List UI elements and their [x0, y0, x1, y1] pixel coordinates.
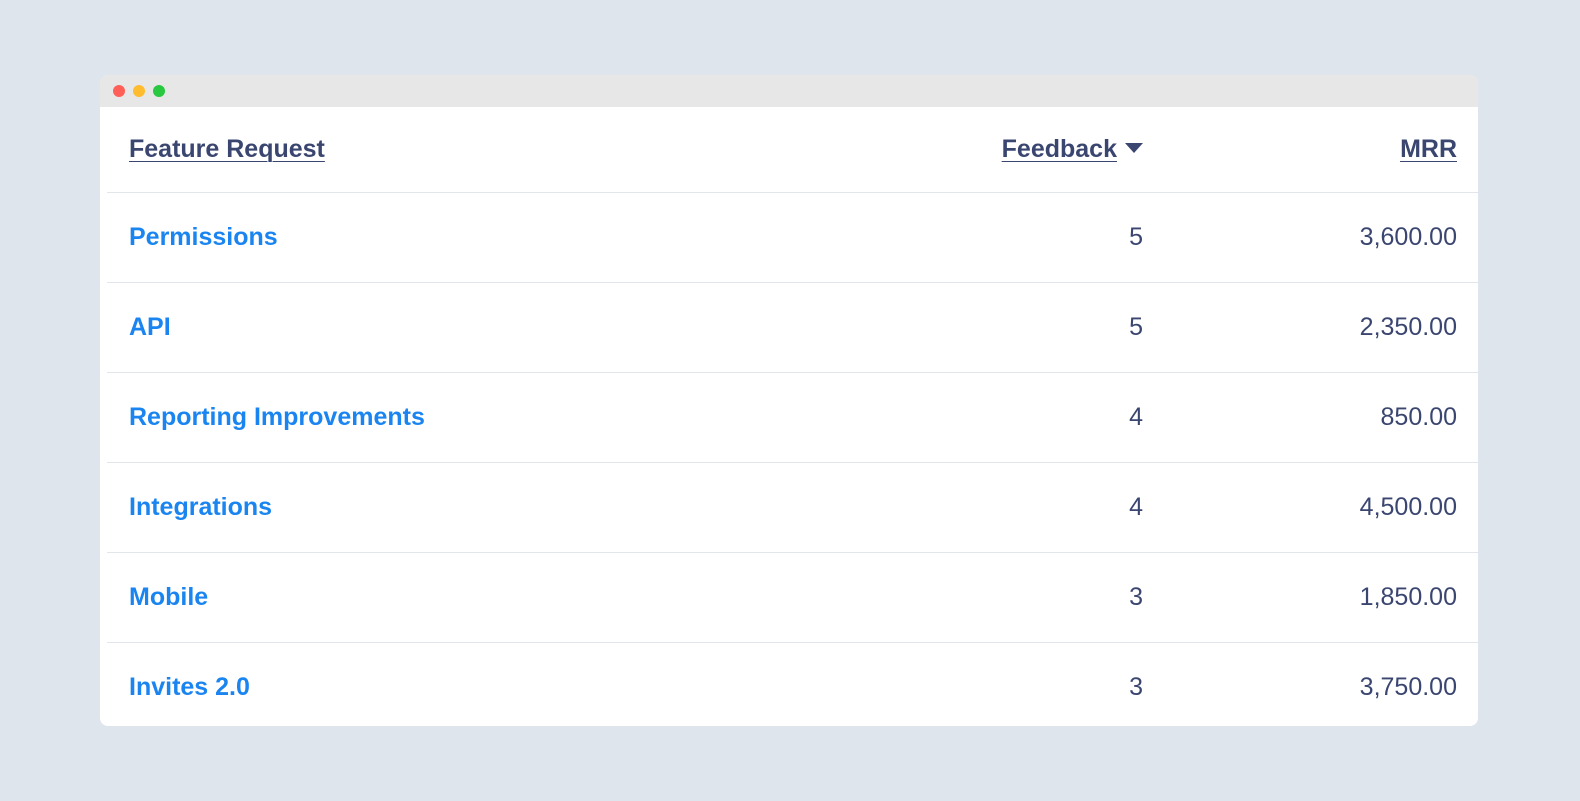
feedback-count: 3 [1129, 583, 1143, 611]
feature-link[interactable]: Reporting Improvements [129, 403, 425, 432]
column-header-feedback-label: Feedback [1001, 135, 1117, 163]
feature-link[interactable]: Permissions [129, 223, 278, 252]
feature-link[interactable]: Mobile [129, 583, 208, 612]
column-header-feedback[interactable]: Feedback [1002, 135, 1143, 164]
table-header-row: Feature Request Feedback MRR [107, 107, 1478, 193]
caret-down-icon [1125, 143, 1143, 154]
feedback-count: 4 [1129, 403, 1143, 431]
mrr-value: 850.00 [1380, 403, 1457, 431]
column-header-feature-request[interactable]: Feature Request [129, 135, 325, 164]
minimize-window-button[interactable] [133, 85, 145, 97]
mrr-value: 1,850.00 [1359, 583, 1457, 611]
table-row: Integrations 4 4,500.00 [107, 463, 1478, 553]
app-window: Feature Request Feedback MRR Permissions… [100, 75, 1478, 726]
mrr-value: 4,500.00 [1359, 493, 1457, 521]
feature-request-table: Feature Request Feedback MRR Permissions… [107, 107, 1478, 726]
column-header-mrr[interactable]: MRR [1400, 135, 1457, 164]
mrr-value: 3,600.00 [1359, 223, 1457, 251]
feature-link[interactable]: Integrations [129, 493, 272, 522]
table-row: Permissions 5 3,600.00 [107, 193, 1478, 283]
close-window-button[interactable] [113, 85, 125, 97]
table-row: API 5 2,350.00 [107, 283, 1478, 373]
feature-link[interactable]: Invites 2.0 [129, 673, 250, 702]
table-row: Mobile 3 1,850.00 [107, 553, 1478, 643]
feedback-count: 4 [1129, 493, 1143, 521]
feature-link[interactable]: API [129, 313, 171, 342]
maximize-window-button[interactable] [153, 85, 165, 97]
feedback-count: 5 [1129, 313, 1143, 341]
mrr-value: 2,350.00 [1359, 313, 1457, 341]
feedback-count: 3 [1129, 673, 1143, 701]
table-row: Reporting Improvements 4 850.00 [107, 373, 1478, 463]
mrr-value: 3,750.00 [1359, 673, 1457, 701]
table-row: Invites 2.0 3 3,750.00 [107, 643, 1478, 726]
window-titlebar [100, 75, 1478, 107]
feedback-count: 5 [1129, 223, 1143, 251]
